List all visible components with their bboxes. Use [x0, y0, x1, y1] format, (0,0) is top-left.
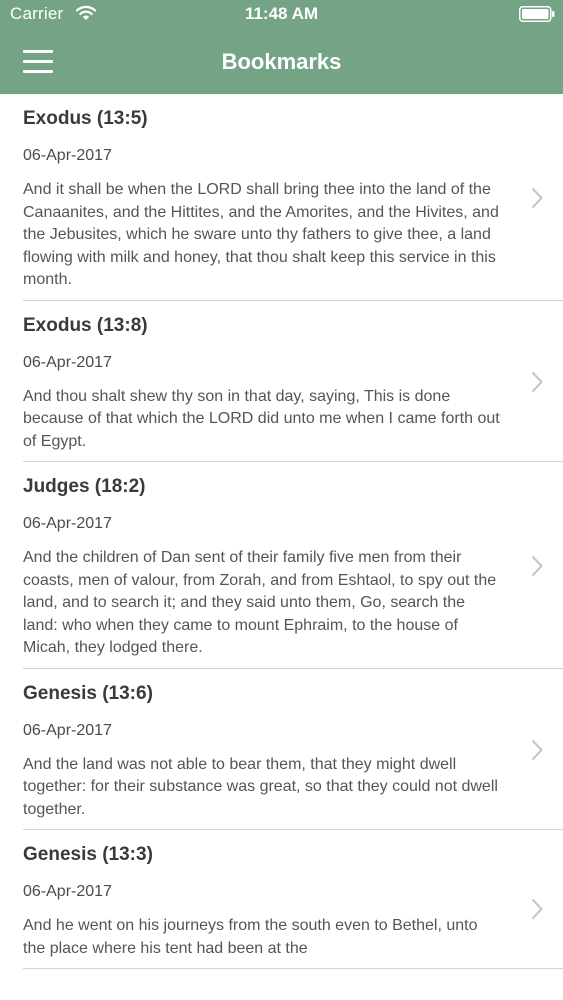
- status-bar: Carrier 11:48 AM: [0, 0, 563, 30]
- bookmark-verse-text: And the land was not able to bear them, …: [23, 755, 498, 818]
- chevron-right-icon: [531, 740, 543, 761]
- bookmark-reference: Genesis (13:6): [23, 682, 153, 704]
- bookmark-row[interactable]: Genesis (13:6) 06-Apr-2017 And the land …: [0, 669, 563, 831]
- header: Carrier 11:48 AM Bookmarks: [0, 0, 563, 94]
- bookmark-verse-text: And the children of Dan sent of their fa…: [23, 549, 497, 656]
- bookmark-list: Exodus (13:5) 06-Apr-2017 And it shall b…: [0, 94, 563, 969]
- chevron-right-icon: [531, 556, 543, 577]
- bookmark-reference: Exodus (13:5): [23, 108, 148, 129]
- bookmark-row[interactable]: Judges (18:2) 06-Apr-2017 And the childr…: [0, 462, 563, 669]
- bookmark-reference: Genesis (13:3): [23, 844, 153, 865]
- battery-icon: [519, 6, 555, 22]
- navigation-bar: Bookmarks: [0, 30, 563, 94]
- bookmarks-screen: Carrier 11:48 AM Bookmarks Exodus (13:5)…: [0, 0, 563, 1000]
- chevron-right-icon: [531, 898, 543, 920]
- bookmark-verse-text: And thou shalt shew thy son in that day,…: [23, 387, 500, 450]
- chevron-right-icon: [531, 188, 543, 209]
- bookmark-date: 06-Apr-2017: [23, 721, 112, 739]
- page-title: Bookmarks: [221, 49, 342, 74]
- status-time: 11:48 AM: [244, 4, 319, 23]
- bookmark-date: 06-Apr-2017: [23, 353, 112, 371]
- bookmark-row[interactable]: Exodus (13:8) 06-Apr-2017 And thou shalt…: [0, 301, 563, 463]
- bookmark-verse-text: And it shall be when the LORD shall brin…: [23, 181, 499, 288]
- bookmark-reference: Judges (18:2): [23, 476, 146, 497]
- bookmark-date: 06-Apr-2017: [23, 147, 112, 164]
- bookmark-verse-text: And he went on his journeys from the sou…: [23, 917, 478, 957]
- bookmark-reference: Exodus (13:8): [23, 314, 148, 336]
- bookmark-date: 06-Apr-2017: [23, 883, 112, 900]
- bookmark-row[interactable]: Exodus (13:5) 06-Apr-2017 And it shall b…: [0, 94, 563, 301]
- bookmark-date: 06-Apr-2017: [23, 515, 112, 532]
- chevron-right-icon: [531, 372, 543, 393]
- bookmark-row[interactable]: Genesis (13:3) 06-Apr-2017 And he went o…: [0, 830, 563, 969]
